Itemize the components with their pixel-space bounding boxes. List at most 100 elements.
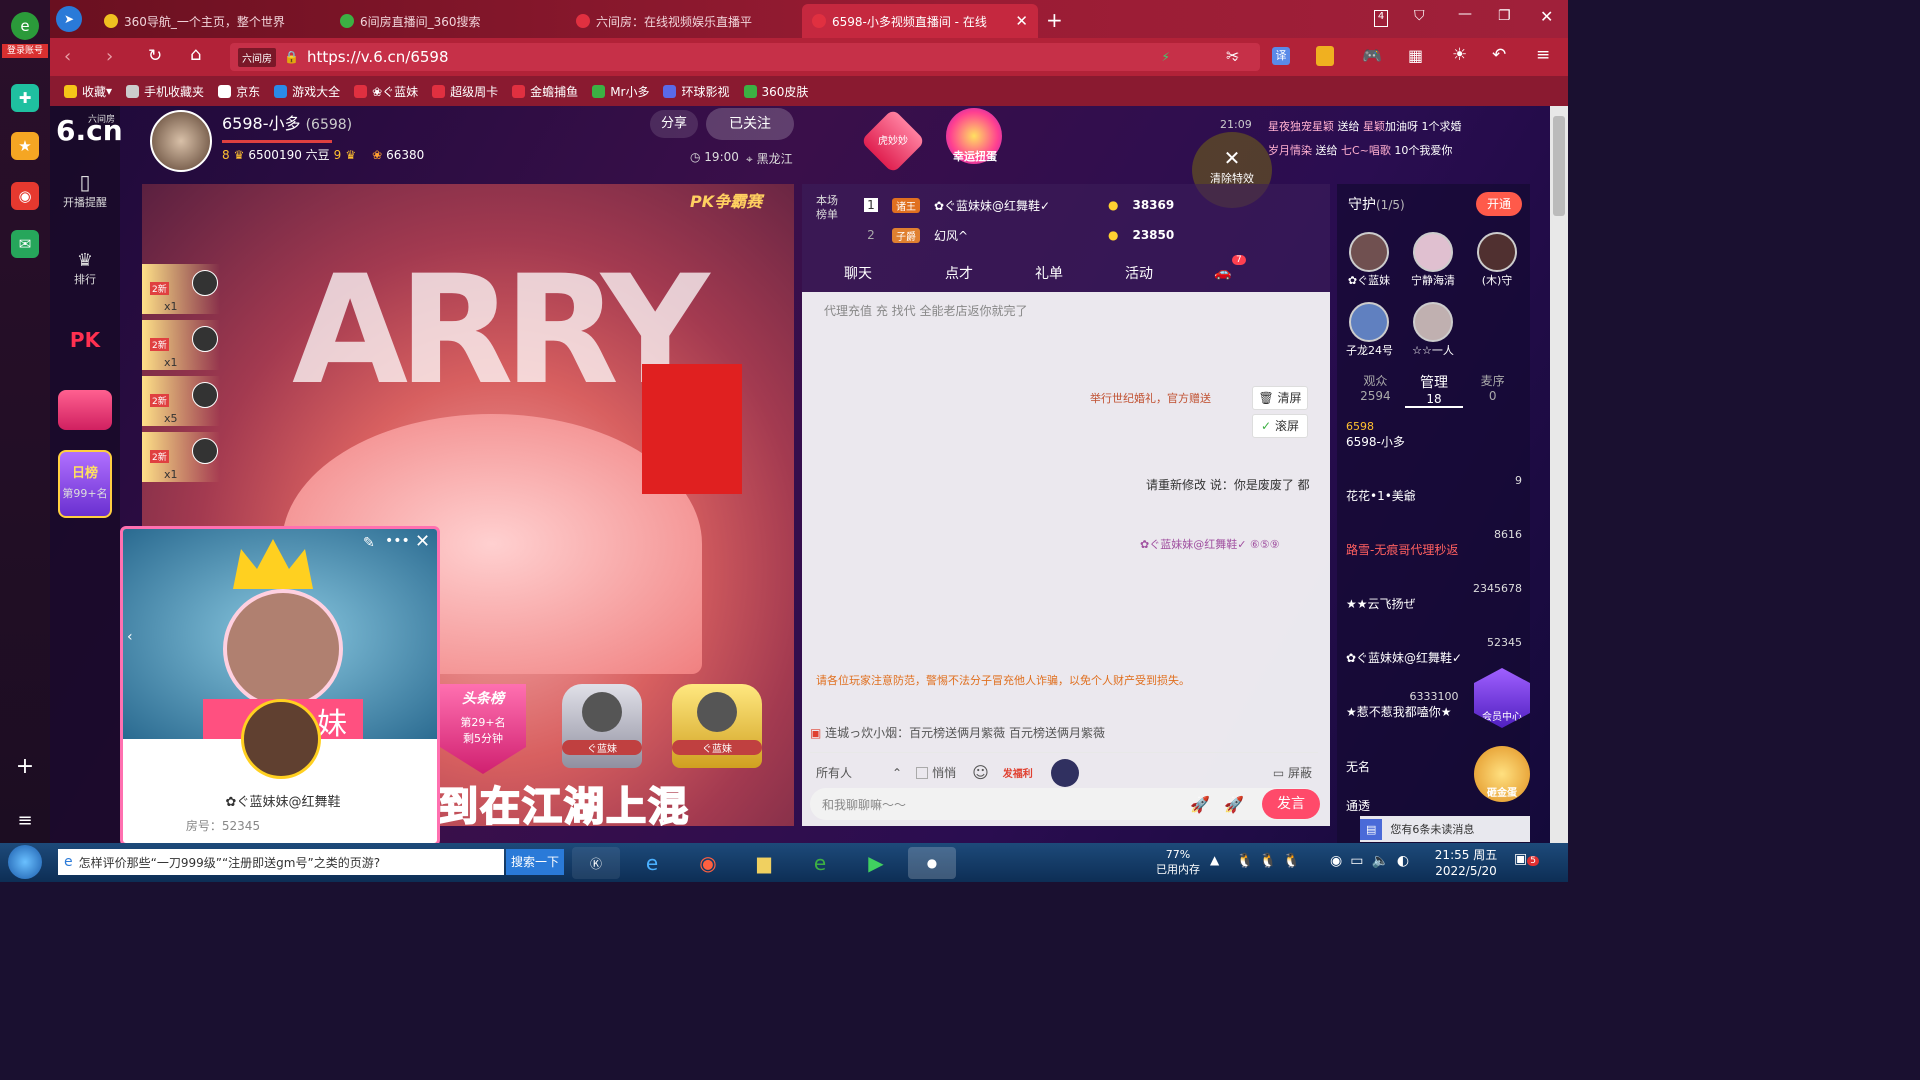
follow-button[interactable]: 已关注 xyxy=(706,108,794,140)
close-icon[interactable]: ✕ xyxy=(415,531,430,552)
forward-icon[interactable]: › xyxy=(106,46,113,67)
navigation-icon[interactable]: ➤ xyxy=(56,6,82,32)
clock[interactable]: 21:55 周五 2022/5/20 xyxy=(1428,847,1504,879)
url-text[interactable]: https://v.6.cn/6598 xyxy=(307,48,449,66)
back-icon[interactable]: ‹ xyxy=(64,46,71,67)
chevron-up-icon[interactable]: ⌃ xyxy=(892,766,902,780)
gold-egg-button[interactable]: 砸金蛋 xyxy=(1474,746,1530,802)
anchor-avatar[interactable] xyxy=(150,110,212,172)
weibo-icon[interactable]: ◉ xyxy=(11,182,39,210)
bookmark-item[interactable]: 环球影视 xyxy=(663,83,730,100)
main-menu-icon[interactable]: ≡ xyxy=(1536,45,1550,65)
taskbar-search[interactable]: e 怎样评价那些“一刀999级”“注册即送gm号”之类的页游? xyxy=(58,849,504,875)
share-button[interactable]: 分享 xyxy=(650,110,698,138)
block-button[interactable]: ▭ 屏蔽 xyxy=(1273,764,1312,781)
close-window-icon[interactable]: ✕ xyxy=(1540,7,1553,26)
headline-badge[interactable]: 头条榜 第29+名 剩5分钟 xyxy=(440,684,526,774)
live-app-icon[interactable]: ● xyxy=(908,847,956,879)
bookmark-item[interactable]: 京东 xyxy=(218,83,260,100)
notification-icon[interactable]: ▣ 5 xyxy=(1514,851,1539,867)
tray-expand-icon[interactable]: ▲ xyxy=(1210,853,1219,867)
translate-icon[interactable]: 译 xyxy=(1272,47,1290,65)
address-field[interactable]: 六间房 🔒 https://v.6.cn/6598 ⚡ ⌄ xyxy=(230,43,1260,71)
audience-item[interactable]: 6598 6598-小多 xyxy=(1346,420,1522,474)
emoji-icon[interactable]: ☺ xyxy=(972,763,989,782)
brightness-icon[interactable]: ☀ xyxy=(1452,45,1467,65)
maximize-icon[interactable]: ❐ xyxy=(1498,8,1511,24)
tray-system-icons[interactable]: ◉▭🔈◐ xyxy=(1330,853,1417,869)
bookmark-item[interactable]: 360皮肤 xyxy=(743,83,808,100)
chat-input[interactable]: 和我聊聊嘛～～ xyxy=(822,796,1190,813)
ie-icon[interactable]: e xyxy=(628,847,676,879)
tab-admin[interactable]: 管理 18 xyxy=(1404,372,1464,408)
magic-icon[interactable]: ✎ xyxy=(363,535,375,551)
mail-icon[interactable]: ✉ xyxy=(11,230,39,258)
search-button[interactable]: 搜索一下 xyxy=(506,849,564,875)
guard-member[interactable]: (木)守 xyxy=(1474,232,1520,288)
shield-icon[interactable] xyxy=(1316,46,1334,66)
new-tab-icon[interactable]: + xyxy=(1046,8,1063,32)
bookmark-item[interactable]: 手机收藏夹 xyxy=(126,83,204,100)
folder-icon[interactable]: ▆ xyxy=(740,847,788,879)
page-scrollbar[interactable] xyxy=(1550,106,1568,843)
audience-item[interactable]: 9 花花•1•美爺 xyxy=(1346,474,1522,528)
undo-icon[interactable]: ↶ xyxy=(1492,45,1506,65)
live-reminder-button[interactable]: ▯ 开播提醒 xyxy=(58,170,112,210)
start-button[interactable] xyxy=(8,845,42,879)
menu-icon[interactable]: ≡ xyxy=(11,806,39,834)
scrollbar-thumb[interactable] xyxy=(1553,116,1565,216)
recipient-select[interactable]: 所有人 xyxy=(816,764,852,781)
mini-player[interactable]: 妹 ✎ ••• ✕ ‹ ✿ぐ蓝妹妹@红舞鞋 房号：52345 xyxy=(120,526,440,846)
tab-6cn-home[interactable]: 六间房：在线视频娱乐直播平 xyxy=(566,4,796,38)
home-icon[interactable]: ⌂ xyxy=(190,44,201,65)
favorites-icon[interactable]: ★ xyxy=(11,132,39,160)
pk-icon[interactable]: PK xyxy=(58,328,112,352)
app-icon[interactable]: ✚ xyxy=(11,84,39,112)
guard-member[interactable]: ✿ぐ蓝妹 xyxy=(1346,232,1392,288)
rocket-icon[interactable]: 🚀 xyxy=(1190,795,1210,814)
scissors-icon[interactable]: ✂ xyxy=(1226,46,1239,65)
car-icon[interactable]: 🚗 7 xyxy=(1214,255,1246,281)
gift-broadcast-icon[interactable] xyxy=(58,390,112,430)
seat-gold[interactable]: ぐ蓝妹 xyxy=(672,684,762,768)
tab-360-nav[interactable]: 360导航_一个主页，整个世界 xyxy=(94,4,324,38)
daily-rank-badge[interactable]: 日榜 第99+名 xyxy=(58,450,112,518)
rocket-icon[interactable]: 🚀 xyxy=(1224,795,1244,814)
ranking-row[interactable]: 2 子爵 幻风^ ● 23850 xyxy=(864,224,1314,246)
ranking-row[interactable]: 1 诸王 ✿ぐ蓝妹妹@红舞鞋✓ ● 38369 xyxy=(864,194,1314,216)
tab-audience[interactable]: 观众 2594 xyxy=(1346,372,1405,408)
tab-mic-queue[interactable]: 麦序 0 xyxy=(1463,372,1522,408)
tab-song[interactable]: 点才 xyxy=(914,263,1004,283)
scroll-screen-button[interactable]: ✓ 滚屏 xyxy=(1252,414,1308,438)
more-icon[interactable]: ••• xyxy=(385,533,410,549)
add-icon[interactable]: + xyxy=(11,752,39,780)
chrome-icon[interactable]: ◉ xyxy=(684,847,732,879)
close-tab-icon[interactable]: ✕ xyxy=(1015,12,1028,30)
tab-activity[interactable]: 活动 xyxy=(1094,263,1184,283)
audience-item[interactable]: 2345678 ★★云飞扬ぜ xyxy=(1346,582,1522,636)
flash-icon[interactable]: ⚡ xyxy=(1162,50,1170,64)
player-icon[interactable]: ▶ xyxy=(852,847,900,879)
browser-360-icon[interactable]: e xyxy=(796,847,844,879)
seat-silver[interactable]: ぐ蓝妹 xyxy=(562,684,642,768)
tab-gift-list[interactable]: 礼单 xyxy=(1004,263,1094,283)
guard-member[interactable]: ☆☆一人 xyxy=(1410,302,1456,358)
bookmark-item[interactable]: Mr小多 xyxy=(592,83,649,100)
login-button[interactable]: 登录账号 xyxy=(2,44,48,58)
bookmark-item[interactable]: 超级周卡 xyxy=(432,83,498,100)
site-logo[interactable]: 6.cn 六间房 xyxy=(54,110,123,150)
ranking-button[interactable]: ♛ 排行 xyxy=(58,250,112,287)
bookmark-item[interactable]: 收藏 ▾ xyxy=(64,83,112,100)
avatar[interactable] xyxy=(1050,758,1079,787)
send-button[interactable]: 发言 xyxy=(1262,789,1320,819)
whisper-checkbox[interactable] xyxy=(916,766,929,779)
tab-360-search[interactable]: 6间房直播间_360搜索 xyxy=(330,4,560,38)
guard-member[interactable]: 子龙24号 xyxy=(1346,302,1393,358)
game-icon[interactable]: 🎮 xyxy=(1362,46,1382,65)
bookmark-item[interactable]: 游戏大全 xyxy=(274,83,340,100)
prev-icon[interactable]: ‹ xyxy=(127,629,133,645)
unread-bar[interactable]: ▤ 您有6条未读消息 xyxy=(1360,816,1530,842)
k-app-icon[interactable]: Ⓚ xyxy=(572,847,620,879)
bookmark-item[interactable]: 金蟾捕鱼 xyxy=(512,83,578,100)
audience-item[interactable]: 8616 路雪-无痕哥代理秒返 xyxy=(1346,528,1522,582)
